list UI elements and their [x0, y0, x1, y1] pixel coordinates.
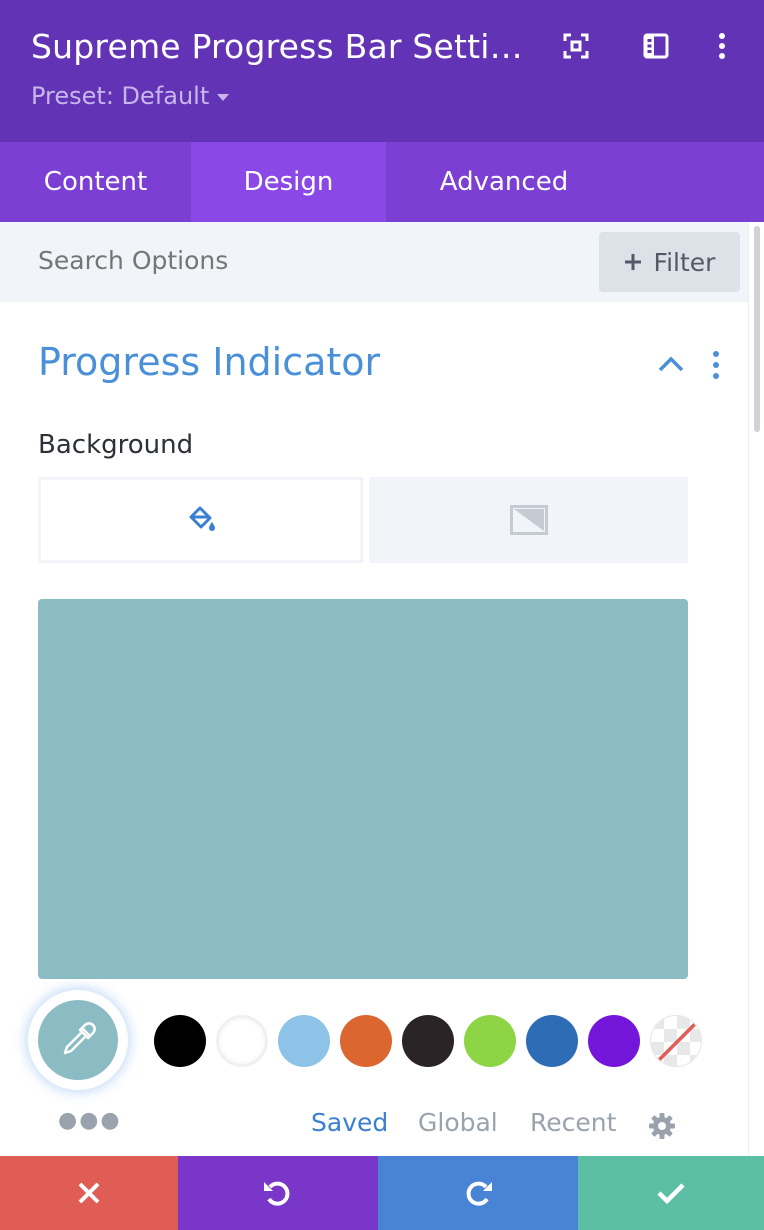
caret-down-icon: [217, 93, 230, 101]
gear-icon[interactable]: [648, 1112, 676, 1140]
swatch-white[interactable]: [216, 1015, 268, 1067]
eyedropper-icon: [63, 1022, 96, 1055]
swatch-green[interactable]: [464, 1015, 516, 1067]
tab-design[interactable]: Design: [191, 142, 386, 222]
swatch-transparent[interactable]: [650, 1015, 702, 1067]
swatch-light-blue[interactable]: [278, 1015, 330, 1067]
modal-title: Supreme Progress Bar Setti…: [31, 27, 523, 66]
split-view-icon[interactable]: [638, 28, 674, 64]
filter-button[interactable]: Filter: [599, 232, 740, 292]
undo-icon: [264, 1181, 290, 1206]
gradient-icon: [509, 505, 548, 535]
palette-tabs: Saved Global Recent: [0, 1108, 748, 1148]
paint-bucket-icon: [189, 506, 215, 531]
scrollbar[interactable]: [748, 222, 764, 1156]
background-color-tab[interactable]: [38, 477, 363, 563]
background-gradient-tab[interactable]: [369, 477, 688, 563]
settings-tabs: Content Design Advanced: [0, 142, 764, 222]
chevron-up-icon[interactable]: [656, 352, 686, 376]
preset-label: Preset: Default: [31, 82, 210, 110]
redo-button[interactable]: [378, 1156, 578, 1230]
checkmark-icon: [657, 1183, 685, 1205]
background-type-tabs: [38, 477, 688, 563]
modal-header: Supreme Progress Bar Setti… Preset: Defa…: [0, 0, 764, 142]
tab-content[interactable]: Content: [0, 142, 191, 222]
undo-button[interactable]: [178, 1156, 378, 1230]
palette-tab-recent[interactable]: Recent: [530, 1108, 616, 1137]
redo-icon: [466, 1181, 492, 1206]
swatch-black[interactable]: [154, 1015, 206, 1067]
palette-tab-saved[interactable]: Saved: [311, 1108, 388, 1137]
tab-advanced[interactable]: Advanced: [386, 142, 622, 222]
swatch-orange[interactable]: [340, 1015, 392, 1067]
search-bar: Filter: [0, 222, 748, 302]
eyedropper-button[interactable]: [28, 990, 128, 1090]
save-button[interactable]: [578, 1156, 764, 1230]
section-title[interactable]: Progress Indicator: [38, 340, 380, 384]
palette-tab-global[interactable]: Global: [418, 1108, 498, 1137]
close-icon: [78, 1182, 100, 1204]
swatch-purple[interactable]: [588, 1015, 640, 1067]
swatch-dark-brown[interactable]: [402, 1015, 454, 1067]
cancel-button[interactable]: [0, 1156, 178, 1230]
fullscreen-icon[interactable]: [558, 28, 594, 64]
scrollbar-thumb[interactable]: [754, 226, 760, 432]
filter-label: Filter: [653, 247, 716, 277]
color-preview[interactable]: [38, 599, 688, 979]
background-label: Background: [38, 430, 194, 460]
search-input[interactable]: [38, 246, 438, 275]
preset-dropdown[interactable]: Preset: Default: [31, 82, 230, 110]
section-more-icon[interactable]: [704, 348, 728, 382]
more-options-icon[interactable]: [704, 28, 740, 64]
swatch-blue[interactable]: [526, 1015, 578, 1067]
modal-footer: [0, 1156, 764, 1230]
plus-icon: [624, 254, 641, 270]
current-color-chip: [38, 1000, 118, 1080]
